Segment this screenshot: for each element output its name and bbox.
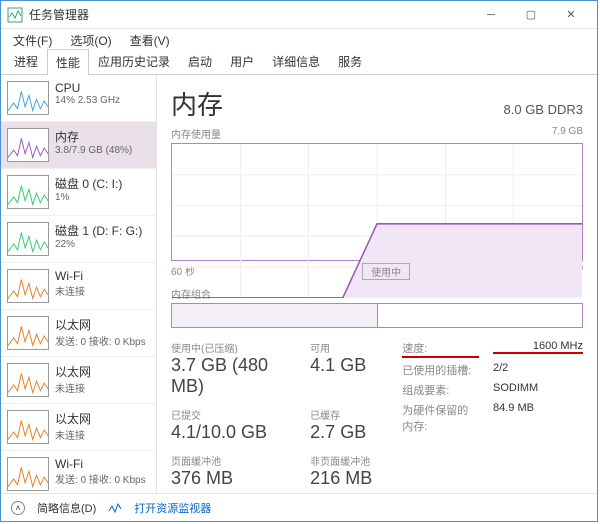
brief-info-button[interactable]: 简略信息(D): [37, 500, 96, 516]
sidebar-item-6[interactable]: 以太网未连接: [1, 357, 156, 404]
sidebar-label: 磁盘 0 (C: I:): [55, 175, 122, 192]
sidebar-item-7[interactable]: 以太网未连接: [1, 404, 156, 451]
tab-app-history[interactable]: 应用历史记录: [89, 48, 179, 74]
sidebar-item-5[interactable]: 以太网发送: 0 接收: 0 Kbps: [1, 310, 156, 357]
sidebar-sub: 3.8/7.9 GB (48%): [55, 145, 132, 156]
page-title: 内存: [171, 85, 223, 122]
stat-r-value: 2/2: [493, 362, 583, 378]
sidebar-sub: 未连接: [55, 427, 91, 442]
chart-ymax: 7.9 GB: [552, 126, 583, 141]
tabbar: 进程 性能 应用历史记录 启动 用户 详细信息 服务: [1, 51, 597, 75]
sidebar-sub: 22%: [55, 239, 142, 250]
main-panel: 内存 8.0 GB DDR3 内存使用量 7.9 GB: [157, 75, 597, 493]
stat-value: 4.1/10.0 GB: [171, 422, 290, 443]
sidebar-sub: 未连接: [55, 380, 91, 395]
stat-label: 使用中(已压缩): [171, 340, 290, 355]
capacity-label: 8.0 GB DDR3: [504, 102, 583, 117]
tab-services[interactable]: 服务: [329, 48, 371, 74]
thumb-icon: [7, 81, 49, 115]
thumb-icon: [7, 457, 49, 491]
stat-r-value: 84.9 MB: [493, 402, 583, 434]
tab-startup[interactable]: 启动: [179, 48, 221, 74]
chart-usage-label: 内存使用量: [171, 126, 221, 141]
tab-processes[interactable]: 进程: [5, 48, 47, 74]
sidebar-item-1[interactable]: 内存3.8/7.9 GB (48%): [1, 122, 156, 169]
stat-r-label: 组成要素:: [402, 382, 479, 398]
stats-left: 使用中(已压缩)3.7 GB (480 MB) 可用4.1 GB 已提交4.1/10…: [171, 340, 372, 489]
maximize-button[interactable]: ▢: [511, 1, 551, 29]
task-manager-window: 任务管理器 ─ ▢ ✕ 文件(F) 选项(O) 查看(V) 进程 性能 应用历史…: [0, 0, 598, 522]
stat-r-label: 为硬件保留的内存:: [402, 402, 479, 434]
stat-r-value: SODIMM: [493, 382, 583, 398]
minimize-button[interactable]: ─: [471, 1, 511, 29]
footer: ˄ 简略信息(D) 打开资源监视器: [1, 493, 597, 521]
stat-label: 页面缓冲池: [171, 453, 290, 468]
sidebar-label: Wi-Fi: [55, 269, 85, 283]
stat-r-label: 已使用的插槽:: [402, 362, 479, 378]
sidebar-item-3[interactable]: 磁盘 1 (D: F: G:)22%: [1, 216, 156, 263]
sidebar-label: 磁盘 1 (D: F: G:): [55, 222, 142, 239]
stat-label: 已缓存: [310, 407, 372, 422]
stat-value: 4.1 GB: [310, 355, 372, 376]
sidebar-sub: 未连接: [55, 283, 85, 298]
content: CPU14% 2.53 GHz内存3.8/7.9 GB (48%)磁盘 0 (C…: [1, 75, 597, 493]
sidebar-sub: 发送: 0 接收: 0 Kbps: [55, 333, 146, 348]
titlebar: 任务管理器 ─ ▢ ✕: [1, 1, 597, 29]
stat-value: 216 MB: [310, 468, 372, 489]
thumb-icon: [7, 128, 49, 162]
close-button[interactable]: ✕: [551, 1, 591, 29]
chevron-up-icon[interactable]: ˄: [11, 501, 25, 515]
stat-value: 3.7 GB (480 MB): [171, 355, 290, 397]
tab-users[interactable]: 用户: [221, 48, 263, 74]
sidebar-label: 以太网: [55, 316, 146, 333]
stat-value: 376 MB: [171, 468, 290, 489]
thumb-icon: [7, 410, 49, 444]
tab-performance[interactable]: 性能: [47, 49, 89, 75]
sidebar-sub: 14% 2.53 GHz: [55, 95, 120, 106]
tab-details[interactable]: 详细信息: [263, 48, 329, 74]
chart-x-mid: 使用中: [362, 263, 410, 280]
slot-1: [378, 304, 583, 327]
sidebar-label: 以太网: [55, 363, 91, 380]
window-title: 任务管理器: [29, 6, 471, 23]
sidebar-sub: 1%: [55, 192, 122, 203]
sidebar[interactable]: CPU14% 2.53 GHz内存3.8/7.9 GB (48%)磁盘 0 (C…: [1, 75, 157, 493]
thumb-icon: [7, 269, 49, 303]
stat-value: 2.7 GB: [310, 422, 372, 443]
thumb-icon: [7, 222, 49, 256]
sidebar-item-4[interactable]: Wi-Fi未连接: [1, 263, 156, 310]
app-icon: [7, 7, 23, 23]
sidebar-label: 内存: [55, 128, 132, 145]
sidebar-sub: 发送: 0 接收: 0 Kbps: [55, 471, 146, 486]
sidebar-item-0[interactable]: CPU14% 2.53 GHz: [1, 75, 156, 122]
stats-right: 速度: 1600 MHz 已使用的插槽: 2/2 组成要素: SODIMM 为硬件保留的内存…: [402, 340, 583, 489]
thumb-icon: [7, 316, 49, 350]
stat-r-label: 速度:: [402, 340, 479, 358]
sidebar-item-2[interactable]: 磁盘 0 (C: I:)1%: [1, 169, 156, 216]
stat-label: 已提交: [171, 407, 290, 422]
memory-slots: [171, 303, 583, 328]
stats: 使用中(已压缩)3.7 GB (480 MB) 可用4.1 GB 已提交4.1/10…: [171, 340, 583, 489]
slot-0: [172, 304, 378, 327]
stat-label: 非页面缓冲池: [310, 453, 372, 468]
sidebar-label: Wi-Fi: [55, 457, 146, 471]
stat-r-value: 1600 MHz: [493, 340, 583, 358]
sidebar-label: CPU: [55, 81, 120, 95]
thumb-icon: [7, 175, 49, 209]
sidebar-item-8[interactable]: Wi-Fi发送: 0 接收: 0 Kbps: [1, 451, 156, 493]
sidebar-label: 以太网: [55, 410, 91, 427]
memory-chart: [171, 143, 583, 261]
open-resmon-link[interactable]: 打开资源监视器: [134, 500, 211, 516]
stat-label: 可用: [310, 340, 372, 355]
resmon-icon: [108, 501, 122, 515]
thumb-icon: [7, 363, 49, 397]
